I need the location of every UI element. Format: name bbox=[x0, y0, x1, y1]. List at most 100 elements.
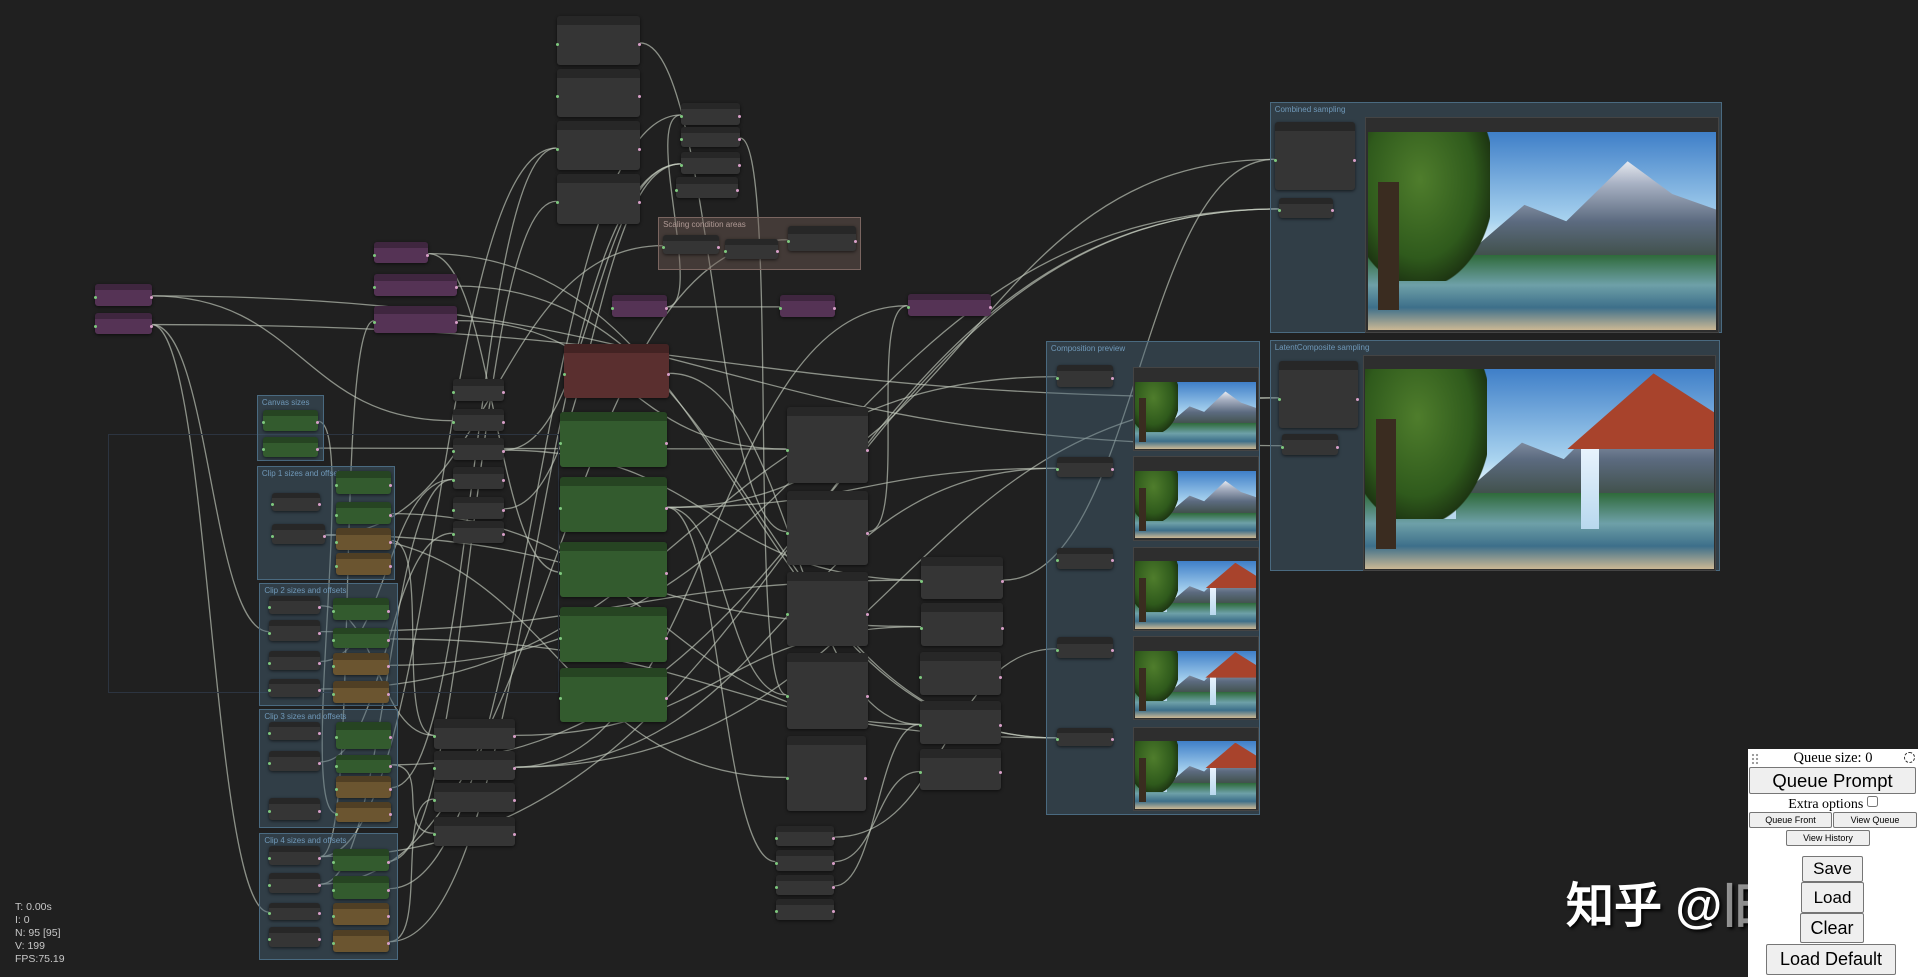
primitive-node[interactable] bbox=[559, 541, 668, 597]
node-title-bar[interactable] bbox=[336, 775, 392, 783]
node-slot[interactable] bbox=[331, 861, 335, 864]
node-slot[interactable] bbox=[735, 188, 739, 192]
node-slot[interactable] bbox=[637, 148, 641, 151]
node[interactable] bbox=[1280, 434, 1340, 456]
node-slot[interactable] bbox=[1111, 376, 1115, 380]
node-title-bar[interactable] bbox=[681, 151, 741, 159]
node-title-bar[interactable] bbox=[452, 467, 504, 474]
node[interactable] bbox=[1278, 198, 1335, 218]
node-slot[interactable] bbox=[433, 735, 437, 739]
node[interactable] bbox=[268, 650, 322, 671]
node[interactable] bbox=[774, 899, 836, 920]
node-title-bar[interactable] bbox=[780, 294, 836, 302]
node-slot[interactable] bbox=[335, 540, 339, 544]
node-slot[interactable] bbox=[1336, 445, 1340, 449]
primitive-node[interactable] bbox=[261, 409, 320, 431]
node[interactable] bbox=[451, 496, 505, 519]
node-slot[interactable] bbox=[610, 306, 614, 310]
node-title-bar[interactable] bbox=[332, 627, 389, 634]
node-title-bar[interactable] bbox=[374, 242, 429, 249]
node-slot[interactable] bbox=[335, 764, 339, 768]
node-slot[interactable] bbox=[1055, 376, 1059, 380]
node-slot[interactable] bbox=[451, 479, 455, 483]
node[interactable] bbox=[680, 102, 742, 125]
node-slot[interactable] bbox=[268, 661, 272, 665]
node-title-bar[interactable] bbox=[560, 667, 667, 677]
node-slot[interactable] bbox=[261, 448, 265, 452]
node-slot[interactable] bbox=[559, 636, 563, 640]
node-title-bar[interactable] bbox=[336, 470, 392, 478]
node-slot[interactable] bbox=[664, 636, 668, 640]
node-slot[interactable] bbox=[268, 809, 272, 813]
node-title-bar[interactable] bbox=[269, 650, 321, 657]
node-slot[interactable] bbox=[774, 837, 778, 841]
queue-front-button[interactable]: Queue Front bbox=[1749, 812, 1832, 828]
node-title-bar[interactable] bbox=[434, 782, 515, 792]
node-title-bar[interactable] bbox=[452, 521, 504, 528]
node[interactable] bbox=[451, 521, 505, 544]
node[interactable] bbox=[451, 437, 505, 460]
primitive-node[interactable] bbox=[331, 848, 390, 871]
primitive-node[interactable] bbox=[261, 436, 320, 458]
prompt-node[interactable] bbox=[373, 305, 459, 333]
node-title-bar[interactable] bbox=[95, 313, 152, 320]
node-slot[interactable] bbox=[555, 201, 559, 205]
gear-icon[interactable] bbox=[1904, 752, 1915, 763]
node-slot[interactable] bbox=[451, 533, 455, 537]
node-slot[interactable] bbox=[738, 114, 742, 118]
node[interactable] bbox=[786, 226, 858, 251]
node-title-bar[interactable] bbox=[662, 234, 720, 241]
node[interactable] bbox=[451, 467, 505, 490]
node[interactable] bbox=[268, 721, 322, 741]
node-slot[interactable] bbox=[559, 697, 563, 701]
node[interactable] bbox=[1278, 360, 1359, 429]
node-slot[interactable] bbox=[501, 420, 505, 424]
node-slot[interactable] bbox=[1055, 468, 1059, 472]
node-slot[interactable] bbox=[680, 137, 684, 141]
node[interactable] bbox=[451, 379, 505, 402]
primitive-node[interactable] bbox=[335, 470, 393, 495]
node[interactable] bbox=[268, 620, 322, 641]
primitive-node[interactable] bbox=[331, 598, 390, 621]
node-slot[interactable] bbox=[918, 724, 922, 728]
value-node[interactable] bbox=[335, 802, 393, 822]
node[interactable] bbox=[433, 751, 516, 781]
node-slot[interactable] bbox=[268, 731, 272, 735]
node-title-bar[interactable] bbox=[269, 927, 321, 934]
node-slot[interactable] bbox=[1055, 648, 1059, 652]
node-title-bar[interactable] bbox=[919, 700, 1001, 710]
node-title-bar[interactable] bbox=[1274, 122, 1356, 132]
node-slot[interactable] bbox=[785, 694, 789, 698]
queue-prompt-button[interactable]: Queue Prompt bbox=[1749, 767, 1916, 794]
node-title-bar[interactable] bbox=[1056, 548, 1114, 555]
node[interactable] bbox=[918, 651, 1002, 695]
node-slot[interactable] bbox=[559, 442, 563, 446]
node-slot[interactable] bbox=[918, 675, 922, 679]
node-slot[interactable] bbox=[1055, 737, 1059, 741]
node-title-bar[interactable] bbox=[336, 528, 392, 536]
node-title-bar[interactable] bbox=[1056, 637, 1114, 644]
node-slot[interactable] bbox=[774, 861, 778, 865]
node-title-bar[interactable] bbox=[452, 496, 504, 504]
node-title-bar[interactable] bbox=[1056, 364, 1114, 372]
node-title-bar[interactable] bbox=[556, 15, 640, 25]
load-button[interactable]: Load bbox=[1801, 882, 1864, 913]
node-slot[interactable] bbox=[675, 188, 679, 192]
save-button[interactable]: Save bbox=[1802, 856, 1863, 882]
node-title-bar[interactable] bbox=[332, 875, 389, 883]
node-slot[interactable] bbox=[386, 638, 390, 642]
node-title-bar[interactable] bbox=[269, 620, 321, 627]
node[interactable] bbox=[1055, 457, 1115, 478]
node-slot[interactable] bbox=[1280, 445, 1284, 449]
node-slot[interactable] bbox=[433, 767, 437, 771]
node-slot[interactable] bbox=[331, 638, 335, 642]
node-title-bar[interactable] bbox=[336, 721, 392, 730]
node[interactable] bbox=[918, 748, 1002, 791]
node[interactable] bbox=[555, 68, 641, 118]
node-slot[interactable] bbox=[331, 665, 335, 669]
node-slot[interactable] bbox=[664, 572, 668, 576]
node-slot[interactable] bbox=[920, 580, 924, 584]
node-slot[interactable] bbox=[331, 941, 335, 945]
node[interactable] bbox=[785, 653, 870, 730]
node-title-bar[interactable] bbox=[269, 846, 321, 852]
